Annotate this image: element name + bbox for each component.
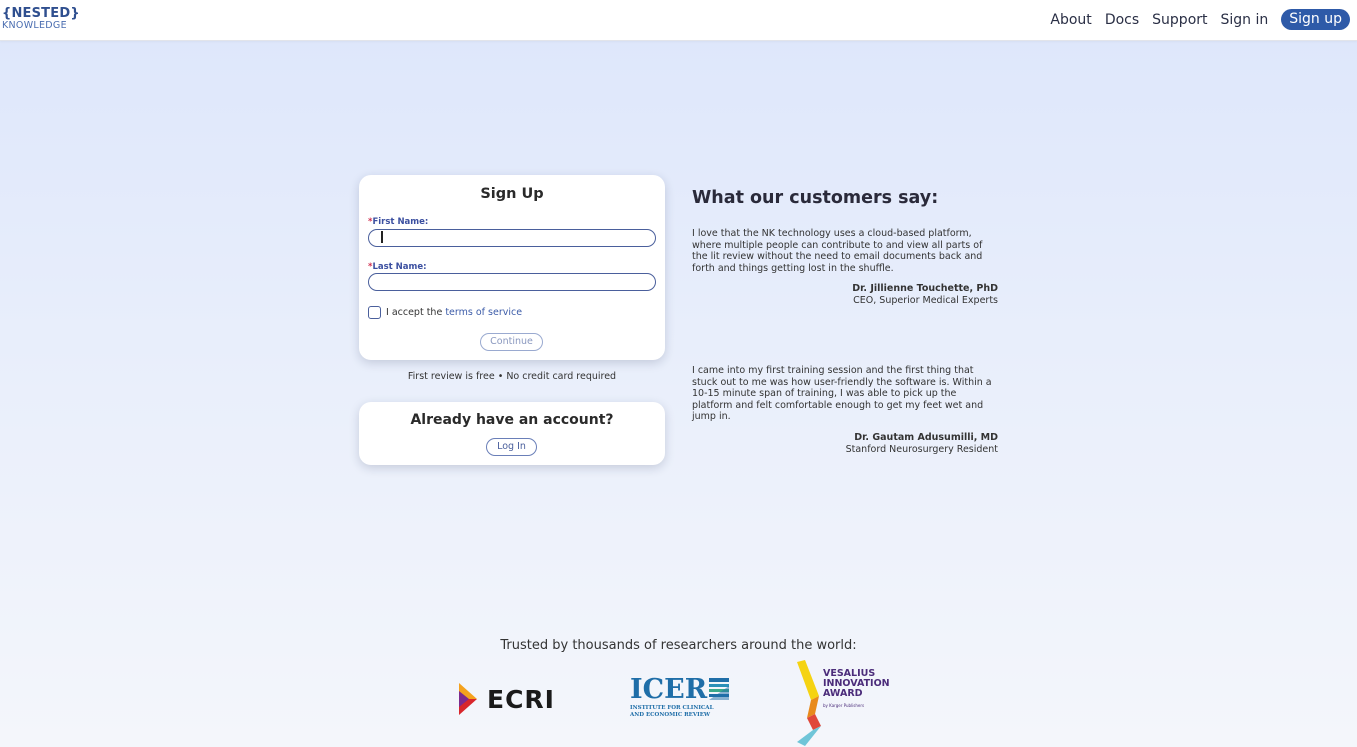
last-name-input[interactable] xyxy=(368,273,656,291)
continue-button[interactable]: Continue xyxy=(480,333,543,351)
terms-checkbox[interactable] xyxy=(368,306,381,319)
icer-subtitle: INSTITUTE FOR CLINICAL AND ECONOMIC REVI… xyxy=(630,705,729,719)
nav-signup-button[interactable]: Sign up xyxy=(1281,9,1350,30)
first-name-label-text: First Name: xyxy=(372,217,429,227)
nested-knowledge-logo[interactable]: {NESTED} KNOWLEDGE xyxy=(2,7,80,31)
vesalius-byline: by Karger Publishers xyxy=(823,703,865,708)
icer-mark-icon xyxy=(709,678,730,700)
last-name-label: *Last Name: xyxy=(368,262,427,272)
testimonial-item: I came into my first training session an… xyxy=(692,365,998,456)
testimonial-quote: I came into my first training session an… xyxy=(692,365,992,422)
testimonial-author-name: Dr. Gautam Adusumilli, MD xyxy=(854,431,998,443)
testimonials-section: What our customers say: I love that the … xyxy=(692,188,998,456)
logo-line-1: {NESTED} xyxy=(2,6,80,21)
ecri-mark-icon xyxy=(459,683,477,715)
terms-of-service-link[interactable]: terms of service xyxy=(445,307,522,318)
top-navbar: {NESTED} KNOWLEDGE About Docs Support Si… xyxy=(0,0,1357,41)
signup-card: Sign Up *First Name: *Last Name: I accep… xyxy=(359,175,665,360)
testimonial-author: Dr. Jillienne Touchette, PhD CEO, Superi… xyxy=(692,283,998,307)
testimonial-author: Dr. Gautam Adusumilli, MD Stanford Neuro… xyxy=(692,432,998,456)
vesalius-award-logo: VESALIUS INNOVATION AWARD by Karger Publ… xyxy=(795,660,890,747)
vesalius-wordmark: VESALIUS INNOVATION AWARD xyxy=(823,669,890,699)
signup-title: Sign Up xyxy=(480,186,544,202)
nav-signin-link[interactable]: Sign in xyxy=(1221,12,1269,28)
testimonial-quote: I love that the NK technology uses a clo… xyxy=(692,228,983,274)
icer-subtitle-line-1: INSTITUTE FOR CLINICAL xyxy=(630,705,714,711)
ecri-wordmark: ECRI xyxy=(487,684,555,714)
nav-links: About Docs Support Sign in Sign up xyxy=(1037,9,1350,30)
nav-about-link[interactable]: About xyxy=(1050,12,1091,28)
login-card: Already have an account? Log In xyxy=(359,402,665,465)
terms-prefix: I accept the xyxy=(386,307,446,318)
testimonial-author-name: Dr. Jillienne Touchette, PhD xyxy=(852,283,998,294)
trusted-by-text: Trusted by thousands of researchers arou… xyxy=(500,638,857,653)
vesalius-line-3: AWARD xyxy=(823,688,863,699)
free-review-note: First review is free • No credit card re… xyxy=(407,371,617,382)
logo-line-2: KNOWLEDGE xyxy=(2,20,67,31)
terms-row: I accept the terms of service xyxy=(368,306,522,319)
vesalius-ribbon-icon xyxy=(797,660,821,746)
nav-support-link[interactable]: Support xyxy=(1152,12,1207,28)
first-name-label: *First Name: xyxy=(368,217,428,227)
login-card-title: Already have an account? xyxy=(410,412,614,428)
icer-logo: ICER INSTITUTE FOR CLINICAL AND ECONOMIC… xyxy=(630,674,730,719)
testimonial-item: I love that the NK technology uses a clo… xyxy=(692,228,998,365)
terms-text: I accept the terms of service xyxy=(386,307,522,318)
first-name-input[interactable] xyxy=(368,229,656,247)
testimonial-author-role: CEO, Superior Medical Experts xyxy=(853,295,998,306)
testimonial-author-role: Stanford Neurosurgery Resident xyxy=(845,443,998,455)
icer-subtitle-line-2: AND ECONOMIC REVIEW xyxy=(630,712,711,718)
ecri-logo: ECRI xyxy=(455,681,555,717)
icer-wordmark: ICER xyxy=(630,674,708,705)
login-button[interactable]: Log In xyxy=(486,438,537,456)
text-caret xyxy=(381,231,383,243)
testimonials-heading: What our customers say: xyxy=(692,188,939,208)
nav-docs-link[interactable]: Docs xyxy=(1105,12,1139,28)
last-name-label-text: Last Name: xyxy=(372,262,427,272)
